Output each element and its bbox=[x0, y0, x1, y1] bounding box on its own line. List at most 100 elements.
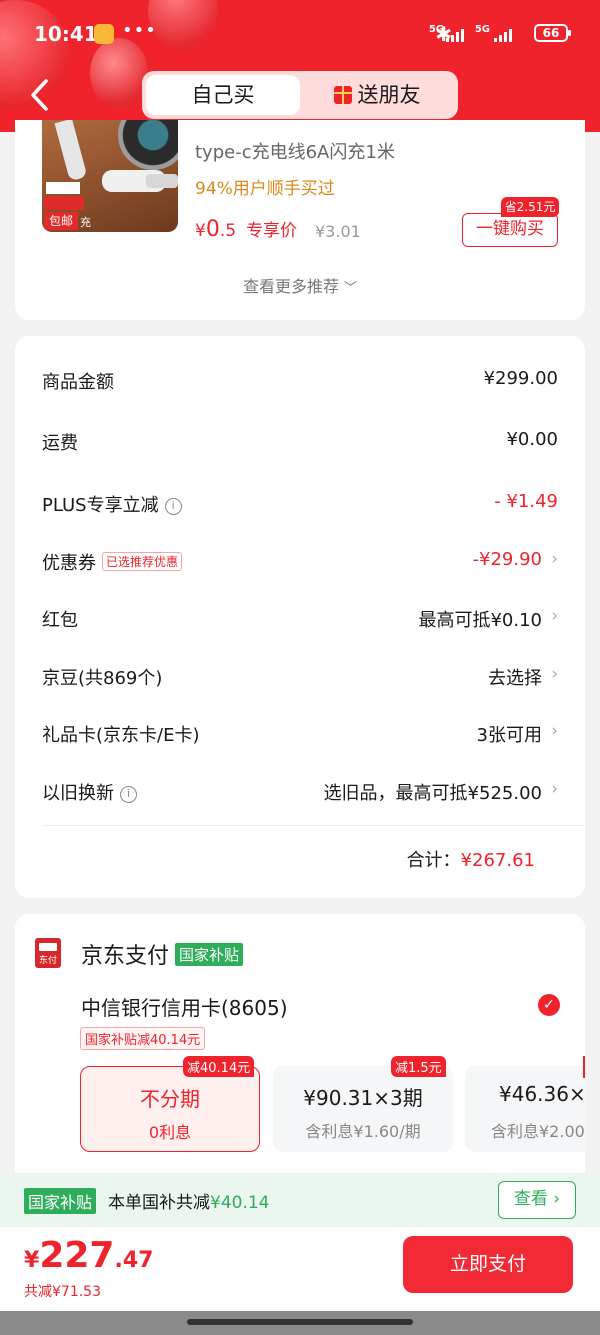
app-notification-icon bbox=[94, 24, 114, 44]
installment-title: 不分期 bbox=[140, 1087, 200, 1111]
thumb-badge bbox=[46, 182, 80, 194]
red-packet-label: 红包 bbox=[42, 610, 78, 631]
info-icon[interactable]: i bbox=[164, 498, 182, 515]
gift-icon bbox=[333, 86, 352, 104]
back-arrow-icon[interactable] bbox=[28, 78, 52, 112]
installment-discount-tag bbox=[583, 1056, 585, 1078]
subsidy-amount: ¥40.14 bbox=[210, 1193, 270, 1213]
installment-option-6[interactable]: ¥46.36×6 含利息¥2.00 bbox=[465, 1066, 585, 1152]
installment-option-3[interactable]: ¥90.31×3期 含利息¥1.60/期 bbox=[273, 1066, 453, 1152]
chevron-right-icon: › bbox=[551, 664, 558, 684]
gov-subsidy-badge: 国家补贴 bbox=[24, 1188, 97, 1214]
plus-discount-text: PLUS专享立减 bbox=[42, 495, 159, 516]
coupon-text: 优惠券 bbox=[42, 553, 96, 574]
order-total: 合计：¥267.61 bbox=[407, 846, 535, 872]
jingdou-label: 京豆(共869个) bbox=[42, 668, 163, 689]
tab-self-buy-label: 自己买 bbox=[191, 83, 255, 107]
gift-card-row[interactable]: 礼品卡(京东卡/E卡) 3张可用 › bbox=[42, 721, 558, 751]
installment-option-none[interactable]: 不分期 0利息 bbox=[80, 1066, 260, 1152]
subsidy-summary-bar: 国家补贴 本单国补共减¥40.14 查看 › bbox=[0, 1173, 600, 1227]
status-time: 10:41 bbox=[34, 22, 98, 46]
total-saved: 共减¥71.53 bbox=[24, 1284, 101, 1300]
network-label: 5G bbox=[474, 24, 490, 35]
tab-self-buy[interactable]: 自己买 bbox=[146, 75, 300, 115]
payment-card: 东付 京东支付 国家补贴 中信银行信用卡(8605) ✓ 国家补贴减40.14元 … bbox=[15, 914, 585, 1214]
installment-sub: 含利息¥2.00 bbox=[491, 1122, 585, 1141]
freight-label: 运费 bbox=[42, 433, 78, 454]
chevron-right-icon: › bbox=[551, 779, 558, 799]
order-summary-card: 商品金额 ¥299.00 运费 ¥0.00 PLUS专享立减 i - ¥1.49 … bbox=[15, 336, 585, 898]
checkmark-icon[interactable]: ✓ bbox=[538, 994, 560, 1016]
purchase-mode-switch: 自己买 送朋友 bbox=[142, 71, 458, 119]
plus-discount-row: PLUS专享立减 i - ¥1.49 bbox=[42, 491, 558, 521]
product-price: ¥0.5 专享价 bbox=[195, 216, 297, 242]
info-icon[interactable]: i bbox=[120, 786, 137, 803]
pay-now-button[interactable]: 立即支付 bbox=[403, 1236, 573, 1293]
red-packet-value: 最高可抵¥0.10 bbox=[418, 610, 542, 631]
pay-amount-symbol: ¥ bbox=[24, 1248, 40, 1273]
battery-icon: 66 bbox=[534, 24, 571, 42]
coupon-row[interactable]: 优惠券 已选推荐优惠 -¥29.90 › bbox=[42, 549, 558, 579]
header-bar: 10:41 ••• ✱ 5G 5G 66 自己买 送朋友 bbox=[0, 0, 600, 132]
view-subsidy-button[interactable]: 查看 › bbox=[498, 1181, 576, 1219]
thumb-plug-tip bbox=[146, 174, 178, 188]
plus-discount-label: PLUS专享立减 i bbox=[42, 491, 182, 517]
price-int: 0 bbox=[205, 217, 220, 242]
signal-icon bbox=[494, 28, 518, 42]
jingdou-value: 去选择 bbox=[488, 668, 542, 689]
gov-subsidy-badge: 国家补贴 bbox=[175, 943, 244, 966]
tab-gift-friend[interactable]: 送朋友 bbox=[300, 75, 454, 115]
chevron-down-icon: ﹀ bbox=[344, 281, 358, 296]
goods-amount-label: 商品金额 bbox=[42, 372, 114, 393]
jingdou-row[interactable]: 京豆(共869个) 去选择 › bbox=[42, 664, 558, 694]
gift-card-value: 3张可用 bbox=[476, 725, 542, 746]
chevron-right-icon: › bbox=[551, 721, 558, 741]
price-dec: .5 bbox=[219, 221, 237, 241]
price-symbol: ¥ bbox=[195, 221, 206, 241]
installment-discount-tag: 减1.5元 bbox=[391, 1056, 446, 1077]
product-title[interactable]: type-c充电线6A闪充1米 bbox=[195, 138, 395, 164]
thumb-badge bbox=[44, 196, 84, 210]
gift-card-label: 礼品卡(京东卡/E卡) bbox=[42, 725, 200, 746]
thumb-disc bbox=[118, 120, 178, 170]
installment-sub: 含利息¥1.60/期 bbox=[305, 1122, 421, 1141]
trade-in-text: 以旧换新 bbox=[42, 783, 114, 804]
plus-discount-value: - ¥1.49 bbox=[494, 491, 558, 512]
freight-value: ¥0.00 bbox=[506, 429, 558, 450]
subsidy-text: 本单国补共减 bbox=[108, 1193, 210, 1213]
signal-icon bbox=[446, 28, 470, 42]
product-thumbnail[interactable]: 包邮 充 bbox=[42, 120, 178, 232]
network-label: 5G bbox=[428, 24, 444, 35]
jd-pay-icon: 东付 bbox=[35, 938, 61, 968]
more-recommend-link[interactable]: 查看更多推荐 ﹀ bbox=[15, 273, 585, 297]
trade-in-row[interactable]: 以旧换新 i 选旧品，最高可抵¥525.00 › bbox=[42, 779, 558, 809]
total-value: ¥267.61 bbox=[460, 850, 535, 871]
goods-amount-value: ¥299.00 bbox=[483, 368, 558, 389]
status-bar: 10:41 ••• ✱ 5G 5G 66 bbox=[34, 20, 571, 50]
thumb-cable bbox=[54, 120, 88, 182]
coupon-value: -¥29.90 bbox=[472, 549, 542, 570]
bank-card-name[interactable]: 中信银行信用卡(8605) bbox=[81, 992, 288, 1021]
one-click-buy-button[interactable]: 一键购买 bbox=[462, 213, 558, 247]
pay-amount-dec: .47 bbox=[114, 1248, 154, 1273]
free-shipping-tag: 包邮 bbox=[44, 212, 78, 230]
buy-rate-text: 94%用户顺手买过 bbox=[195, 179, 335, 199]
red-packet-row[interactable]: 红包 最高可抵¥0.10 › bbox=[42, 606, 558, 636]
original-price: ¥3.01 bbox=[315, 222, 361, 241]
pay-amount: ¥227.47 bbox=[24, 1235, 153, 1276]
trade-in-value: 选旧品，最高可抵¥525.00 bbox=[323, 783, 542, 804]
price-label: 专享价 bbox=[246, 221, 298, 241]
installment-sub: 0利息 bbox=[148, 1123, 192, 1142]
thumb-tag-suffix: 充 bbox=[80, 216, 91, 229]
divider bbox=[42, 825, 585, 826]
payment-method-title: 京东支付 国家补贴 bbox=[81, 938, 244, 970]
chevron-right-icon: › bbox=[551, 549, 558, 569]
recommend-card: 包邮 充 type-c充电线6A闪充1米 94%用户顺手买过 ¥0.5 专享价 ¥… bbox=[15, 120, 585, 320]
installment-title: ¥46.36×6 bbox=[499, 1082, 585, 1106]
tab-gift-friend-label: 送朋友 bbox=[357, 83, 421, 107]
home-indicator[interactable] bbox=[187, 1319, 413, 1325]
pay-amount-int: 227 bbox=[39, 1235, 115, 1276]
goods-amount-row: 商品金额 ¥299.00 bbox=[42, 368, 558, 398]
trade-in-label: 以旧换新 i bbox=[42, 779, 137, 805]
subsidy-summary-text: 本单国补共减¥40.14 bbox=[108, 1188, 269, 1213]
